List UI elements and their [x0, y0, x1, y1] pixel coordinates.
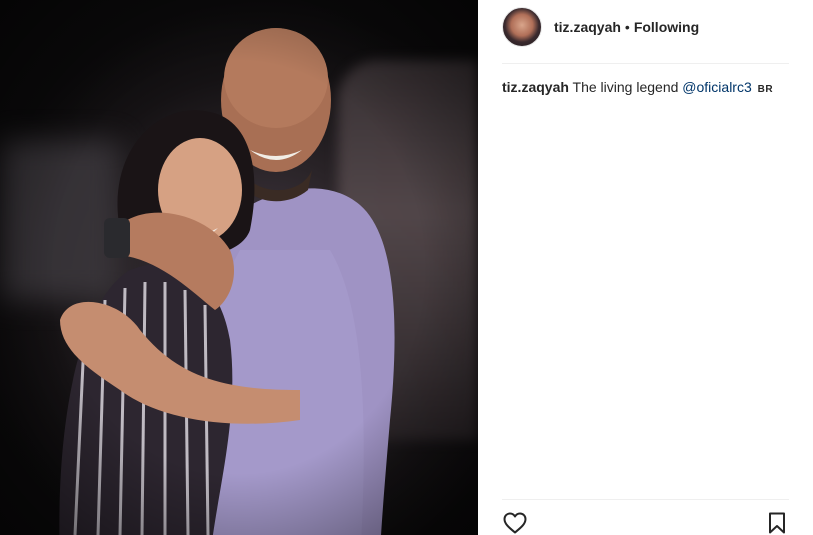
actions-divider — [502, 499, 789, 500]
save-button[interactable] — [764, 510, 790, 535]
author-line: tiz.zaqyah • Following — [554, 19, 699, 35]
header-divider — [502, 63, 789, 64]
caption-username[interactable]: tiz.zaqyah — [502, 79, 569, 95]
photo-vignette — [0, 0, 478, 535]
post-caption: tiz.zaqyah The living legend @oficialrc3… — [502, 78, 790, 99]
heart-icon — [503, 512, 527, 534]
like-button[interactable] — [502, 510, 528, 535]
author-username[interactable]: tiz.zaqyah — [554, 19, 621, 35]
caption-mention-link[interactable]: @oficialrc3 — [682, 79, 751, 95]
post-photo[interactable] — [0, 0, 478, 535]
following-button[interactable]: Following — [634, 19, 699, 35]
caption-text: The living legend — [572, 79, 679, 95]
bookmark-icon — [769, 512, 785, 534]
instagram-post: tiz.zaqyah • Following tiz.zaqyah The li… — [0, 0, 813, 535]
action-bar — [502, 510, 790, 535]
post-header: tiz.zaqyah • Following — [502, 6, 790, 48]
separator-dot: • — [624, 19, 630, 35]
caption-badge: BR — [757, 84, 774, 95]
post-sidebar: tiz.zaqyah • Following tiz.zaqyah The li… — [478, 0, 813, 535]
avatar[interactable] — [502, 7, 542, 47]
